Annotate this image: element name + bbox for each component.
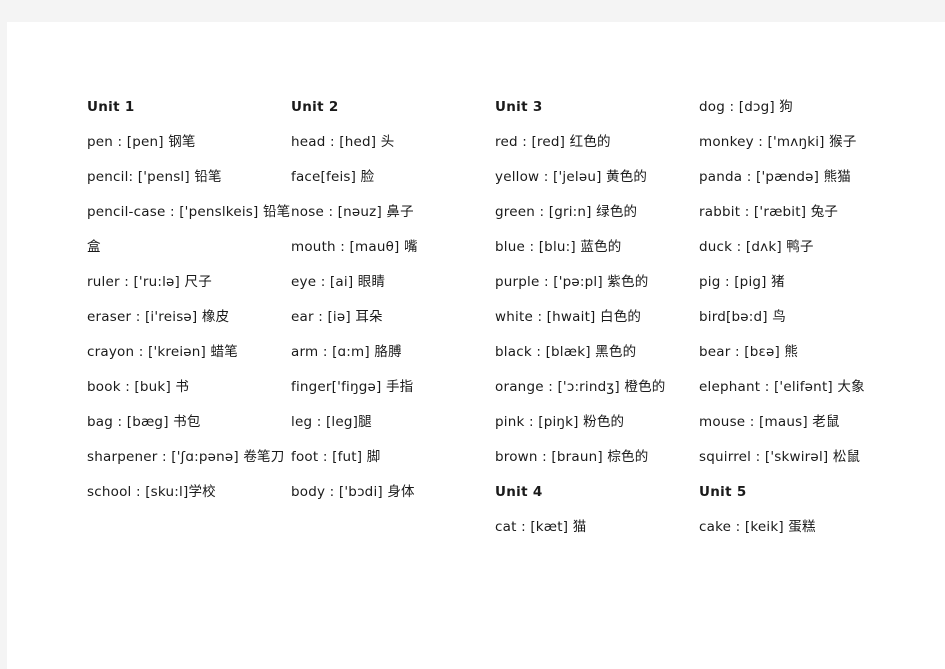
word-entry: pencil-case : ['penslkeis] 铅笔 [87, 204, 291, 220]
word-entry: sharpener : ['ʃɑ:pənə] 卷笔刀 [87, 449, 285, 465]
word-list-columns: Unit 1 pen : [pen] 钢笔 pencil: ['pensl] 铅笔 p… [87, 90, 932, 545]
word-entry: crayon : ['kreiən] 蜡笔 [87, 344, 238, 360]
word-entry: pink : [piŋk] 粉色的 [495, 414, 625, 430]
word-entry: yellow : ['jeləu] 黄色的 [495, 169, 648, 185]
unit-heading: Unit 4 [495, 484, 543, 500]
word-entry: ear : [iə] 耳朵 [291, 309, 383, 325]
word-entry: cat : [kæt] 猫 [495, 519, 587, 535]
column-1: Unit 1 pen : [pen] 钢笔 pencil: ['pensl] 铅笔 p… [87, 90, 291, 510]
word-entry: cake : [keik] 蛋糕 [699, 519, 816, 535]
word-entry: white : [hwait] 白色的 [495, 309, 642, 325]
word-entry: panda : ['pændə] 熊猫 [699, 169, 851, 185]
word-entry: elephant : ['elifənt] 大象 [699, 379, 865, 395]
word-entry: monkey : ['mʌŋki] 猴子 [699, 134, 857, 150]
word-entry: pig : [pig] 猪 [699, 274, 785, 290]
word-entry: finger['fiŋgə] 手指 [291, 379, 414, 395]
word-entry: school : [sku:l]学校 [87, 484, 216, 500]
word-entry: arm : [ɑ:m] 胳膊 [291, 344, 402, 360]
word-entry: red : [red] 红色的 [495, 134, 611, 150]
word-entry: mouth : [mauθ] 嘴 [291, 239, 418, 255]
word-entry: eye : [ai] 眼睛 [291, 274, 386, 290]
word-entry: green : [gri:n] 绿色的 [495, 204, 638, 220]
unit-heading: Unit 2 [291, 99, 339, 115]
unit-heading: Unit 3 [495, 99, 543, 115]
word-entry: foot : [fut] 脚 [291, 449, 381, 465]
word-entry: black : [blæk] 黑色的 [495, 344, 637, 360]
word-entry-wrap: 盒 [87, 239, 101, 255]
word-entry: leg : [leg]腿 [291, 414, 372, 430]
column-2: Unit 2 head : [hed] 头 face[feis] 脸 nose : [… [291, 90, 495, 510]
column-4: dog : [dɔg] 狗 monkey : ['mʌŋki] 猴子 panda :… [699, 90, 924, 545]
word-entry: bag : [bæg] 书包 [87, 414, 201, 430]
word-entry: face[feis] 脸 [291, 169, 375, 185]
document-page: Unit 1 pen : [pen] 钢笔 pencil: ['pensl] 铅笔 p… [7, 22, 945, 669]
word-entry: blue : [blu:] 蓝色的 [495, 239, 622, 255]
word-entry: pen : [pen] 钢笔 [87, 134, 196, 150]
word-entry: ruler : ['ru:lə] 尺子 [87, 274, 212, 290]
word-entry: bird[bə:d] 鸟 [699, 309, 786, 325]
word-entry: book : [buk] 书 [87, 379, 190, 395]
unit-heading: Unit 5 [699, 484, 747, 500]
word-entry: squirrel : ['skwirəl] 松鼠 [699, 449, 861, 465]
word-entry: bear : [bɛə] 熊 [699, 344, 799, 360]
word-entry: body : ['bɔdi] 身体 [291, 484, 415, 500]
word-entry: pencil: ['pensl] 铅笔 [87, 169, 222, 185]
word-entry: mouse : [maus] 老鼠 [699, 414, 840, 430]
word-entry: rabbit : ['ræbit] 兔子 [699, 204, 839, 220]
word-entry: brown : [braun] 棕色的 [495, 449, 649, 465]
word-entry: purple : ['pə:pl] 紫色的 [495, 274, 649, 290]
word-entry: dog : [dɔg] 狗 [699, 99, 794, 115]
unit-heading: Unit 1 [87, 99, 135, 115]
word-entry: duck : [dʌk] 鸭子 [699, 239, 814, 255]
word-entry: head : [hed] 头 [291, 134, 395, 150]
word-entry: nose : [nəuz] 鼻子 [291, 204, 414, 220]
word-entry: orange : ['ɔ:rindʒ] 橙色的 [495, 379, 666, 395]
word-entry: eraser : [i'reisə] 橡皮 [87, 309, 230, 325]
column-3: Unit 3 red : [red] 红色的 yellow : ['jeləu] 黄… [495, 90, 699, 545]
